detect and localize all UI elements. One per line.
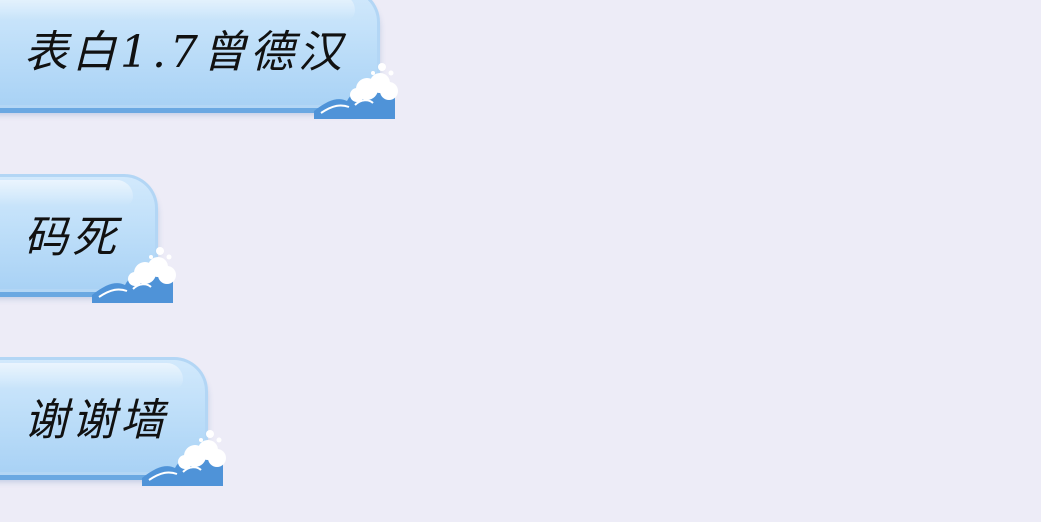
message-bubble-1[interactable]: 表白1.7曾德汉 <box>0 0 398 119</box>
message-bubble-2[interactable]: 码死 <box>0 174 176 303</box>
message-text: 表白1.7曾德汉 <box>24 27 346 78</box>
message-text: 码死 <box>24 212 120 263</box>
message-bubble-3[interactable]: 谢谢墙 <box>0 357 226 486</box>
message-text: 谢谢墙 <box>24 395 168 446</box>
chat-area: 表白1.7曾德汉 码死 谢谢墙 <box>0 0 1041 522</box>
